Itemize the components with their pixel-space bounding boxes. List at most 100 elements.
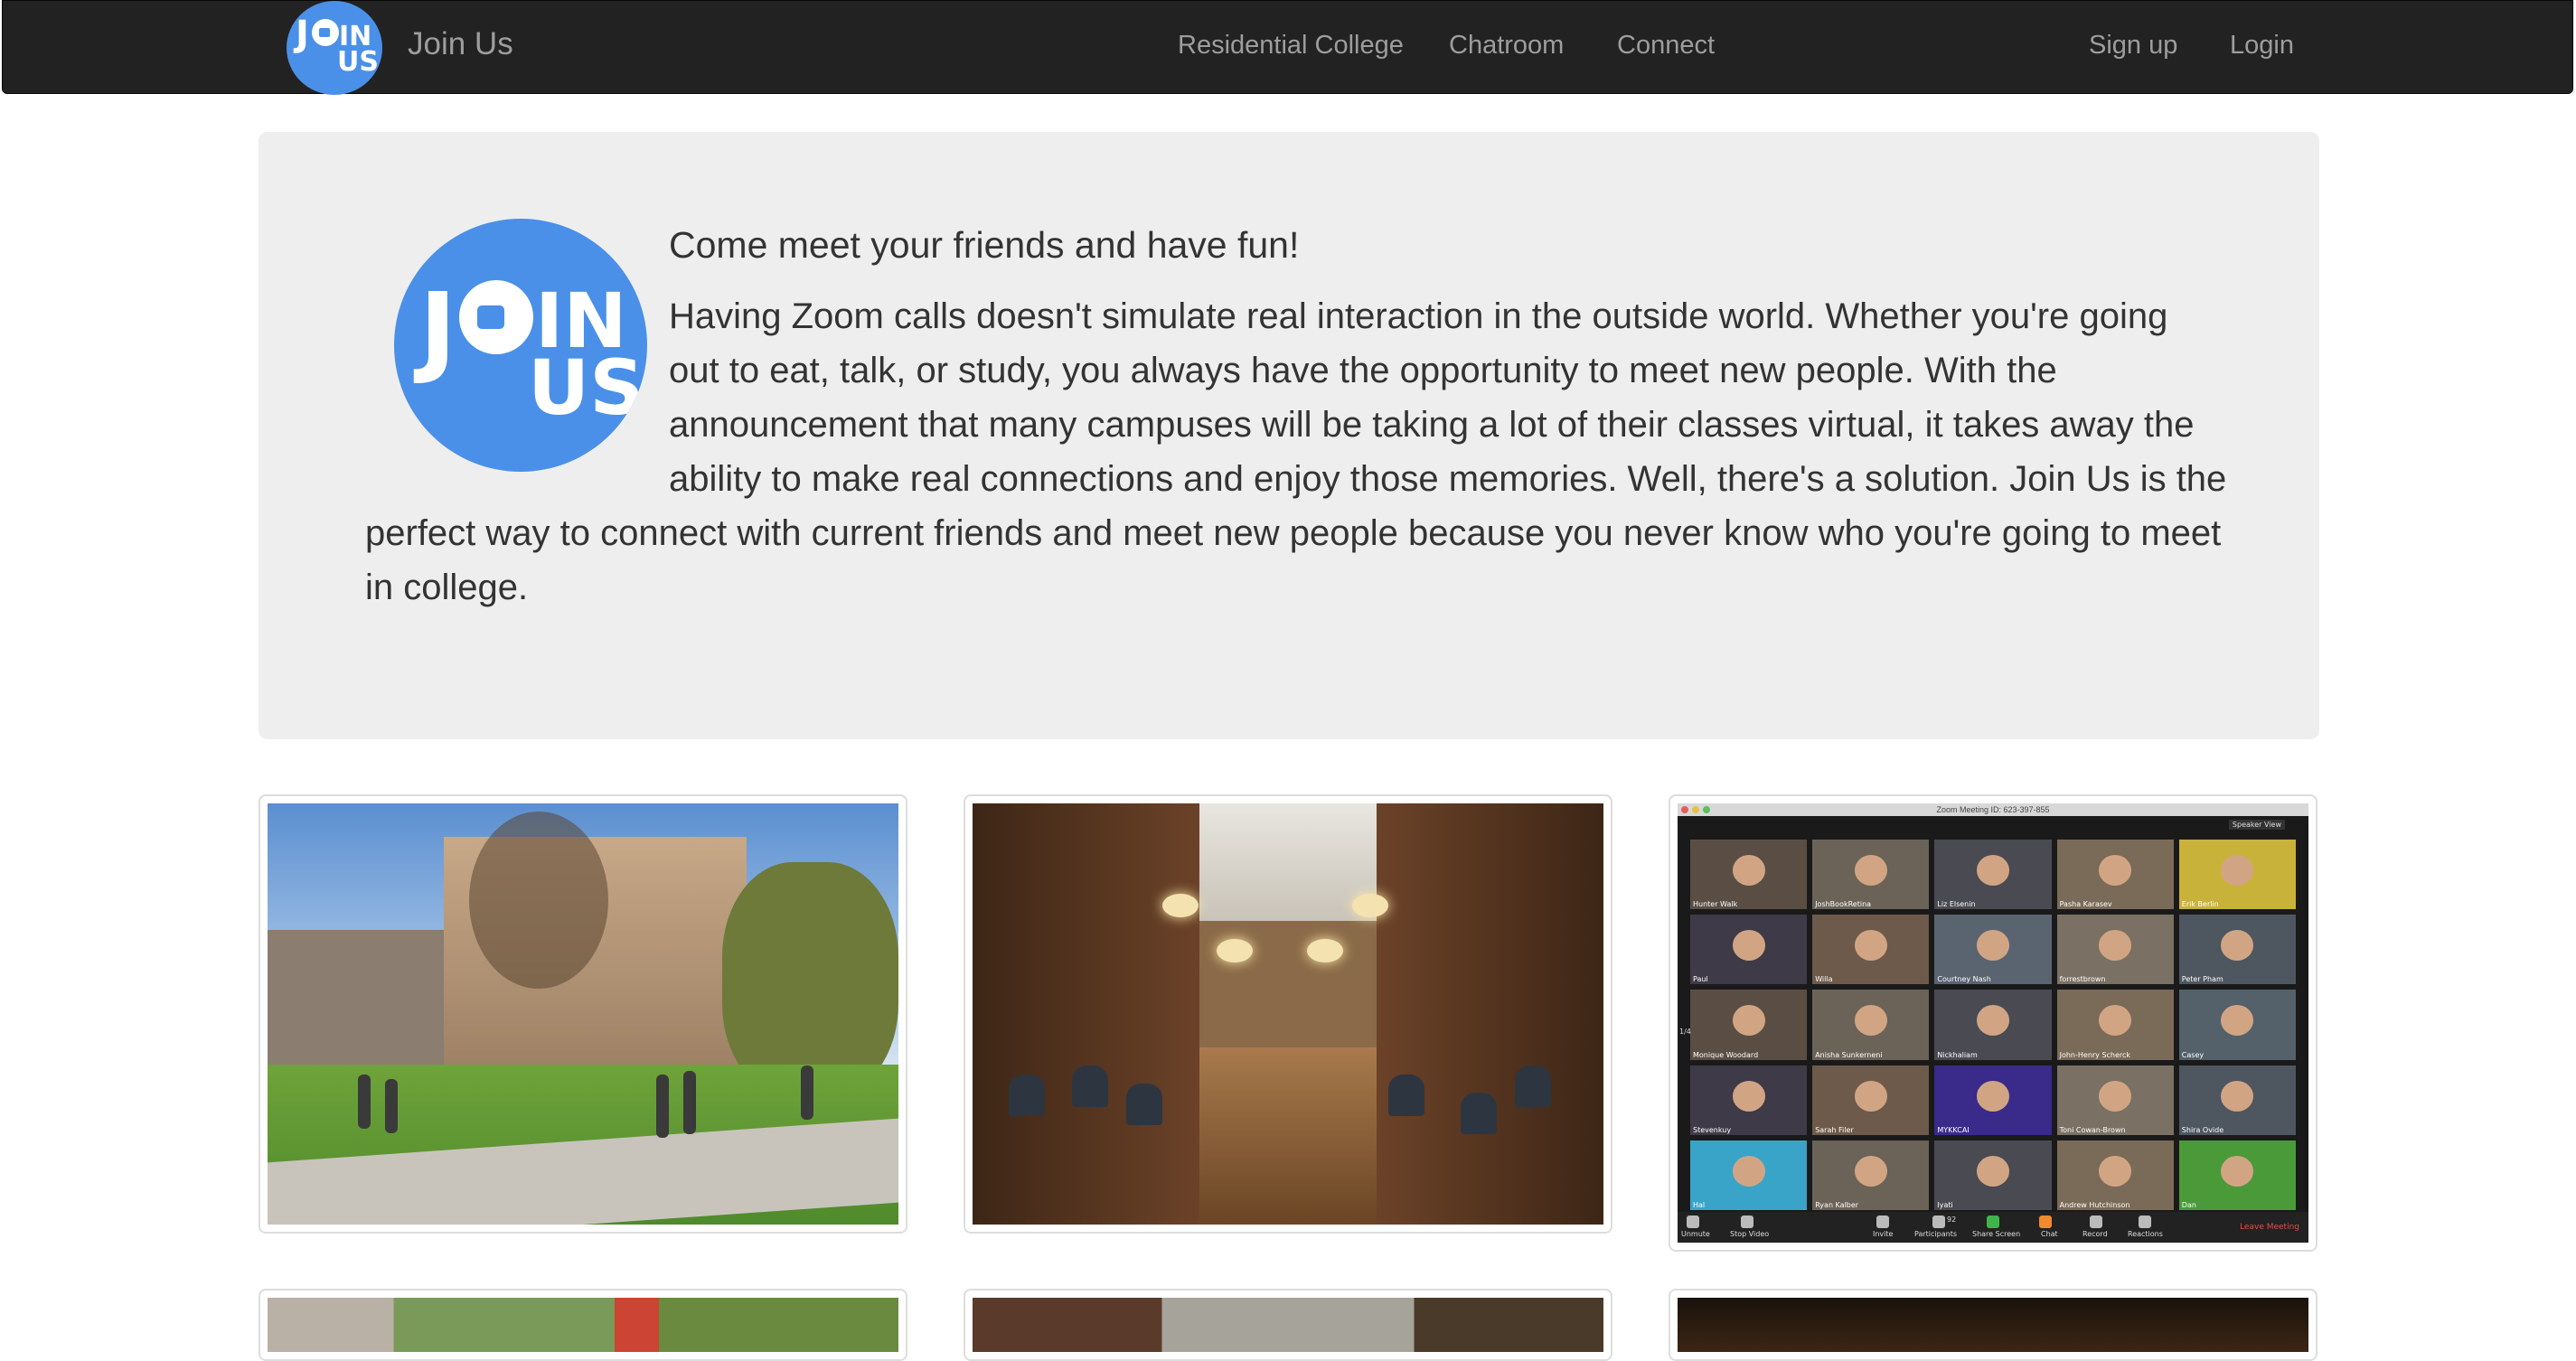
participant-face: [1854, 854, 1887, 886]
participant-face: [1732, 1080, 1765, 1112]
participant-face: [1732, 1005, 1765, 1037]
participant-name: Sarah Filer: [1815, 1125, 1854, 1134]
unmute-label: Unmute: [1681, 1230, 1710, 1238]
participants-icon: [1932, 1216, 1945, 1228]
join-us-logo[interactable]: J IN US: [287, 1, 382, 95]
chat-label: Chat: [2041, 1230, 2058, 1238]
campus-photo: [268, 803, 898, 1225]
participant-name: Andrew Hutchinson: [2059, 1200, 2130, 1209]
leave-meeting-label: Leave Meeting: [2240, 1223, 2299, 1232]
participant-face: [2221, 1005, 2254, 1037]
participant-tile: Anisha Sunkerneni: [1812, 990, 1930, 1060]
participant-face: [2221, 854, 2254, 886]
participant-face: [1976, 1005, 2010, 1037]
participant-tile: Erik Berlin: [2178, 840, 2296, 910]
participants-count: 92: [1947, 1216, 1957, 1224]
reactions-icon: [2139, 1216, 2151, 1228]
participant-tile: Ryan Kalber: [1812, 1140, 1930, 1210]
participant-grid: Hunter Walk JoshBookRetina Liz Elsenin Pash…: [1690, 840, 2296, 1210]
participant-name: Paul: [1693, 975, 1708, 984]
participant-face: [1854, 1155, 1887, 1187]
nav-link-login[interactable]: Login: [2230, 31, 2294, 61]
participant-tile: Casey: [2178, 990, 2296, 1060]
participant-tile: Shira Ovide: [2178, 1065, 2296, 1135]
video-icon: [1741, 1216, 1753, 1228]
participant-face: [1732, 1155, 1765, 1187]
gallery-card-6[interactable]: [1669, 1289, 2317, 1361]
participant-face: [1976, 854, 2010, 886]
page-indicator: 1/4: [1679, 1028, 1691, 1036]
speaker-view-button: Speaker View: [2228, 820, 2285, 830]
dining-hall-photo-card[interactable]: [964, 794, 1612, 1234]
participant-name: Toni Cowan-Brown: [2059, 1125, 2126, 1134]
participant-name: Nickhaliam: [1937, 1050, 1978, 1059]
microphone-icon: [1687, 1216, 1699, 1228]
invite-label: Invite: [1873, 1230, 1894, 1238]
participant-tile: Hunter Walk: [1690, 840, 1808, 910]
participant-name: Hal: [1693, 1200, 1706, 1209]
dining-hall-photo: [973, 803, 1603, 1225]
gallery-photo-5: [973, 1298, 1603, 1352]
brand-link[interactable]: Join Us: [408, 26, 513, 62]
participant-name: Courtney Nash: [1937, 975, 1991, 984]
participant-face: [2099, 930, 2132, 962]
participant-tile: Monique Woodard: [1690, 990, 1808, 1060]
zoom-screenshot-card[interactable]: Zoom Meeting ID: 623-397-855 Speaker Vie…: [1669, 794, 2317, 1252]
participant-face: [2099, 1080, 2132, 1112]
participant-face: [2221, 1080, 2254, 1112]
participant-name: Peter Pham: [2181, 975, 2223, 984]
invite-icon: [1876, 1216, 1889, 1228]
nav-link-connect[interactable]: Connect: [1617, 31, 1715, 61]
participant-name: Ryan Kalber: [1815, 1200, 1859, 1209]
logo-letter-j: J: [296, 14, 309, 55]
participant-name: MYKKCAI: [1937, 1125, 1970, 1134]
participant-tile: Hal: [1690, 1140, 1808, 1210]
participant-name: Anisha Sunkerneni: [1815, 1050, 1883, 1059]
participant-name: John-Henry Scherck: [2059, 1050, 2131, 1059]
participant-name: Willa: [1815, 975, 1833, 984]
participant-face: [1854, 1080, 1887, 1112]
logo-letters-us: US: [337, 46, 379, 78]
participant-tile: Iyati: [1934, 1140, 2052, 1210]
participant-tile: Stevenkuy: [1690, 1065, 1808, 1135]
participant-name: forrestbrown: [2059, 975, 2106, 984]
gallery-card-4[interactable]: [259, 1289, 907, 1361]
participant-name: Erik Berlin: [2181, 900, 2219, 909]
nav-link-sign-up[interactable]: Sign up: [2089, 31, 2177, 61]
zoom-title-bar: Zoom Meeting ID: 623-397-855: [1678, 803, 2308, 816]
participant-tile: forrestbrown: [2056, 915, 2174, 985]
participant-name: Stevenkuy: [1693, 1125, 1732, 1134]
participant-tile: Peter Pham: [2178, 915, 2296, 985]
participant-face: [1854, 1005, 1887, 1037]
record-label: Record: [2082, 1230, 2108, 1238]
participant-name: Dan: [2181, 1200, 2196, 1209]
stop-video-label: Stop Video: [1730, 1230, 1770, 1238]
participant-name: Monique Woodard: [1693, 1050, 1759, 1059]
participant-name: Iyati: [1937, 1200, 1953, 1209]
zoom-meeting-screenshot: Zoom Meeting ID: 623-397-855 Speaker Vie…: [1678, 803, 2308, 1243]
zoom-toolbar: Unmute Stop Video Invite 92 Participants…: [1678, 1212, 2308, 1243]
video-camera-icon: [312, 19, 339, 46]
participant-face: [2221, 930, 2254, 962]
participant-face: [2099, 854, 2132, 886]
participant-tile: John-Henry Scherck: [2056, 990, 2174, 1060]
share-screen-icon: [1987, 1216, 1999, 1228]
participant-tile: Toni Cowan-Brown: [2056, 1065, 2174, 1135]
participant-face: [2221, 1155, 2254, 1187]
participant-face: [2099, 1005, 2132, 1037]
participant-tile: Liz Elsenin: [1934, 840, 2052, 910]
nav-link-chatroom[interactable]: Chatroom: [1449, 31, 1564, 61]
participant-tile: Nickhaliam: [1934, 990, 2052, 1060]
record-icon: [2090, 1216, 2102, 1228]
campus-photo-card[interactable]: [259, 794, 907, 1234]
participant-tile: Pasha Karasev: [2056, 840, 2174, 910]
gallery-card-5[interactable]: [964, 1289, 1612, 1361]
participant-name: Shira Ovide: [2181, 1125, 2224, 1134]
participant-tile: Dan: [2178, 1140, 2296, 1210]
zoom-meeting-title: Zoom Meeting ID: 623-397-855: [1936, 805, 2050, 814]
participant-name: Casey: [2181, 1050, 2205, 1059]
nav-link-residential-college[interactable]: Residential College: [1178, 31, 1404, 61]
reactions-label: Reactions: [2128, 1230, 2163, 1238]
participant-face: [2099, 1155, 2132, 1187]
participant-tile: JoshBookRetina: [1812, 840, 1930, 910]
